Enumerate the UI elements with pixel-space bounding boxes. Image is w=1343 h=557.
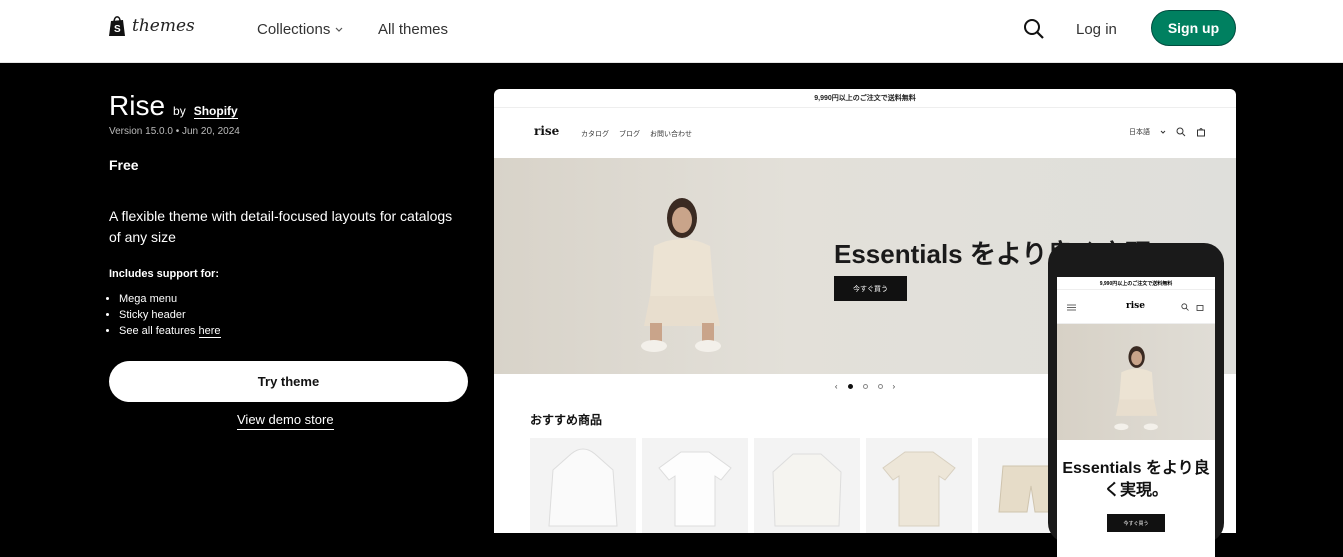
mobile-preview: 9,990円以上のご注文で送料無料 rise Essentials をより良く実… xyxy=(1048,243,1224,557)
try-theme-button[interactable]: Try theme xyxy=(109,361,468,402)
hoodie-image xyxy=(548,448,618,527)
shopify-themes-logo[interactable]: S themes xyxy=(108,15,195,37)
version-info: Version 15.0.0 • Jun 20, 2024 xyxy=(109,126,240,137)
menu-icon xyxy=(1067,304,1076,311)
preview-menu: カタログ ブログ お問い合わせ xyxy=(581,129,692,139)
slide-dot xyxy=(862,383,868,389)
mobile-shop-button: 今すぐ買う xyxy=(1107,514,1165,532)
slide-dot xyxy=(877,383,883,389)
preview-language: 日本語 xyxy=(1129,129,1150,136)
beige-tshirt-image xyxy=(882,451,956,527)
preview-menu-item: カタログ xyxy=(581,131,609,138)
mobile-store-logo: rise xyxy=(1126,301,1145,311)
sweatshirt-image xyxy=(772,453,842,527)
price: Free xyxy=(109,157,139,173)
mobile-screen: 9,990円以上のご注文で送料無料 rise Essentials をより良く実… xyxy=(1057,277,1215,557)
hero-shop-button: 今すぐ買う xyxy=(834,276,907,301)
product-card xyxy=(866,438,972,533)
search-icon xyxy=(1181,303,1189,311)
collections-label: Collections xyxy=(257,21,331,38)
preview-store-logo: rise xyxy=(534,124,560,138)
model-photo xyxy=(1114,346,1158,431)
featured-products-heading: おすすめ商品 xyxy=(530,413,603,427)
cart-icon xyxy=(1197,128,1205,137)
mobile-header: rise xyxy=(1057,290,1215,324)
cart-icon xyxy=(1196,305,1204,311)
login-link[interactable]: Log in xyxy=(1076,21,1117,38)
see-all-features-link[interactable]: here xyxy=(198,325,221,338)
product-grid xyxy=(530,438,1084,533)
feature-item: Mega menu xyxy=(119,291,221,307)
theme-name: Rise xyxy=(109,90,166,121)
top-nav: S themes Collections All themes Log in S… xyxy=(0,0,1343,63)
all-themes-link[interactable]: All themes xyxy=(378,21,448,38)
theme-title-row: Rise by Shopify xyxy=(109,90,238,122)
view-demo-store-link[interactable]: View demo store xyxy=(237,412,334,430)
collections-menu[interactable]: Collections xyxy=(257,21,343,38)
model-photo xyxy=(641,198,721,352)
mobile-announcement: 9,990円以上のご注文で送料無料 xyxy=(1057,277,1215,290)
author-link[interactable]: Shopify xyxy=(193,104,238,119)
chevron-down-icon xyxy=(335,27,343,32)
feature-list: Mega menu Sticky header See all features… xyxy=(119,291,221,339)
feature-item: Sticky header xyxy=(119,307,221,323)
search-icon[interactable] xyxy=(1022,17,1048,43)
product-card xyxy=(642,438,748,533)
shopify-bag-icon: S xyxy=(109,16,125,36)
logo-text: themes xyxy=(132,16,195,36)
svg-text:S: S xyxy=(114,24,121,35)
next-arrow-icon: › xyxy=(892,381,896,391)
mobile-hero xyxy=(1057,324,1215,440)
feature-item-text: See all features xyxy=(119,325,199,337)
preview-announcement: 9,990円以上のご注文で送料無料 xyxy=(494,89,1236,108)
support-heading: Includes support for: xyxy=(109,268,219,280)
product-card xyxy=(754,438,860,533)
preview-header: rise カタログ ブログ お問い合わせ 日本語 xyxy=(494,108,1236,158)
preview-header-actions: 日本語 xyxy=(1129,127,1206,137)
preview-menu-item: ブログ xyxy=(619,131,640,138)
signup-button[interactable]: Sign up xyxy=(1151,10,1236,46)
by-label: by xyxy=(173,104,186,118)
mobile-hero-title: Essentials をより良く実現。 xyxy=(1062,460,1210,499)
theme-description: A flexible theme with detail-focused lay… xyxy=(109,208,453,245)
prev-arrow-icon: ‹ xyxy=(834,381,838,391)
product-card xyxy=(530,438,636,533)
slide-dot xyxy=(847,383,853,389)
tshirt-image xyxy=(658,451,732,527)
search-icon xyxy=(1176,127,1186,137)
feature-item: See all features here xyxy=(119,323,221,339)
preview-menu-item: お問い合わせ xyxy=(650,131,692,138)
chevron-down-icon xyxy=(1160,130,1166,134)
